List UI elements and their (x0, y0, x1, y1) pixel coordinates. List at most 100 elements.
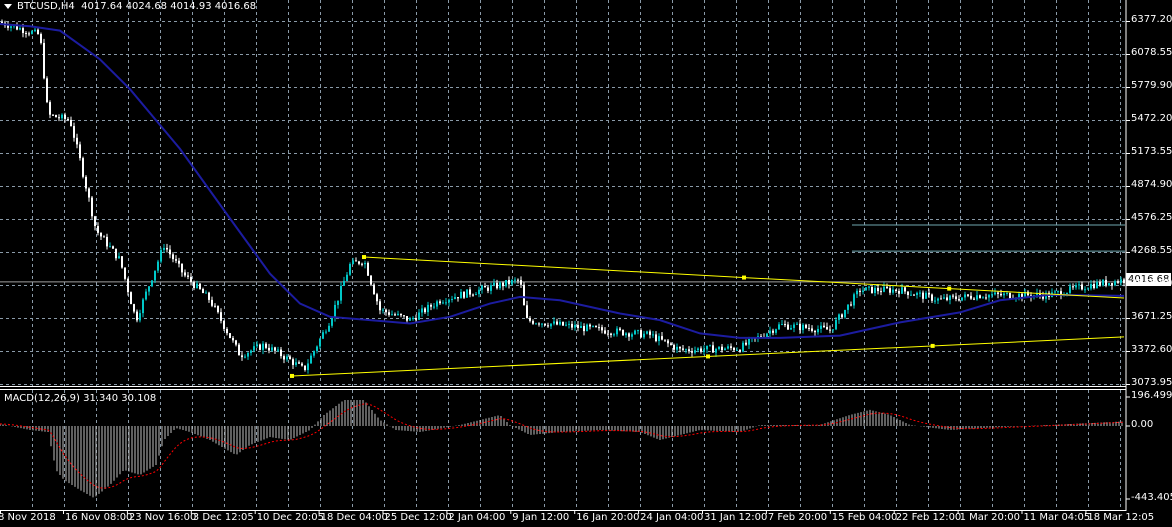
candle-body (496, 282, 498, 289)
chart-window[interactable]: BTCUSD,H4 4017.64 4024.68 4014.93 4016.6… (0, 0, 1172, 527)
candle-body (28, 33, 30, 35)
candle-body (394, 314, 396, 316)
candle-body (643, 333, 645, 338)
time-tick-label: 3 Dec 12:05 (192, 512, 254, 523)
moving-average-line (0, 23, 1125, 339)
candle-body (145, 291, 147, 300)
candle-body (535, 323, 537, 325)
candle-body (445, 302, 447, 304)
price-tick-label: 5173.55 (1131, 146, 1172, 157)
candle-body (808, 327, 810, 329)
candle-body (175, 259, 177, 261)
candle-body (706, 345, 708, 350)
candle-body (847, 304, 849, 310)
candle-body (79, 144, 81, 159)
candle-body (682, 348, 684, 350)
time-tick-label: 25 Dec 12:00 (384, 512, 452, 523)
candle-body (541, 323, 543, 325)
candle-body (259, 344, 261, 350)
candle-body (718, 346, 720, 350)
dropdown-triangle-icon[interactable] (4, 3, 12, 9)
candle-body (532, 320, 534, 324)
candle-body (76, 137, 78, 145)
candle-body (466, 289, 468, 298)
candle-body (304, 365, 306, 371)
candle-body (337, 300, 339, 305)
candle-body (490, 285, 492, 291)
candle-body (46, 78, 48, 103)
candle-body (382, 309, 384, 311)
candle-body (940, 298, 942, 300)
candle-body (112, 246, 114, 249)
candle-body (130, 292, 132, 305)
candle-body (769, 330, 771, 334)
candle-body (508, 280, 510, 285)
candle-body (814, 330, 816, 333)
candle-body (925, 292, 927, 299)
candle-body (463, 291, 465, 298)
candle-body (40, 34, 42, 43)
candle-body (1075, 285, 1077, 288)
candle-body (493, 282, 495, 286)
candle-body (766, 333, 768, 338)
candle-body (721, 346, 723, 351)
candle-body (727, 346, 729, 349)
candle-body (835, 319, 837, 330)
chart-canvas[interactable] (0, 0, 1172, 527)
candle-body (391, 314, 393, 316)
candle-body (709, 345, 711, 347)
candle-body (571, 323, 573, 328)
candle-body (415, 318, 417, 320)
candle-body (157, 261, 159, 271)
candle-body (421, 308, 423, 313)
candle-body (352, 260, 354, 264)
candle-body (235, 340, 237, 345)
candle-body (412, 318, 414, 320)
candle-body (322, 332, 324, 339)
candle-body (1117, 281, 1119, 283)
candle-body (37, 29, 39, 35)
candle-body (265, 343, 267, 348)
candle-body (700, 348, 702, 352)
candle-body (631, 334, 633, 337)
candle-body (685, 349, 687, 351)
candle-body (457, 297, 459, 299)
candle-body (655, 334, 657, 342)
candle-body (931, 294, 933, 301)
candle-body (241, 355, 243, 358)
candle-body (190, 276, 192, 283)
candle-body (628, 333, 630, 337)
candle-body (646, 331, 648, 334)
candle-body (91, 197, 93, 217)
candle-body (250, 350, 252, 353)
candle-body (499, 282, 501, 289)
candle-body (1000, 293, 1002, 296)
candle-body (853, 294, 855, 306)
candle-body (613, 334, 615, 336)
candle-body (202, 289, 204, 294)
trendline-handle (362, 255, 366, 260)
candle-body (139, 313, 141, 321)
candle-body (604, 330, 606, 334)
candle-body (934, 300, 936, 302)
candle-body (697, 348, 699, 351)
candle-body (949, 295, 951, 301)
candle-body (565, 324, 567, 326)
candle-body (277, 349, 279, 351)
candle-body (199, 283, 201, 290)
candle-body (919, 292, 921, 294)
candle-body (379, 301, 381, 311)
trendline-handle (290, 373, 294, 378)
candle-body (976, 295, 978, 300)
macd-signal-line (0, 403, 1125, 489)
candle-body (844, 309, 846, 318)
candle-body (625, 333, 627, 336)
candle-body (1099, 281, 1101, 286)
candle-body (367, 262, 369, 276)
candle-body (1009, 293, 1011, 299)
candle-body (193, 282, 195, 289)
candle-body (733, 347, 735, 351)
time-tick-label: 16 Nov 08:00 (65, 512, 133, 523)
time-tick-label: 1 Mar 20:00 (959, 512, 1020, 523)
time-tick-label: 16 Jan 20:00 (576, 512, 640, 523)
